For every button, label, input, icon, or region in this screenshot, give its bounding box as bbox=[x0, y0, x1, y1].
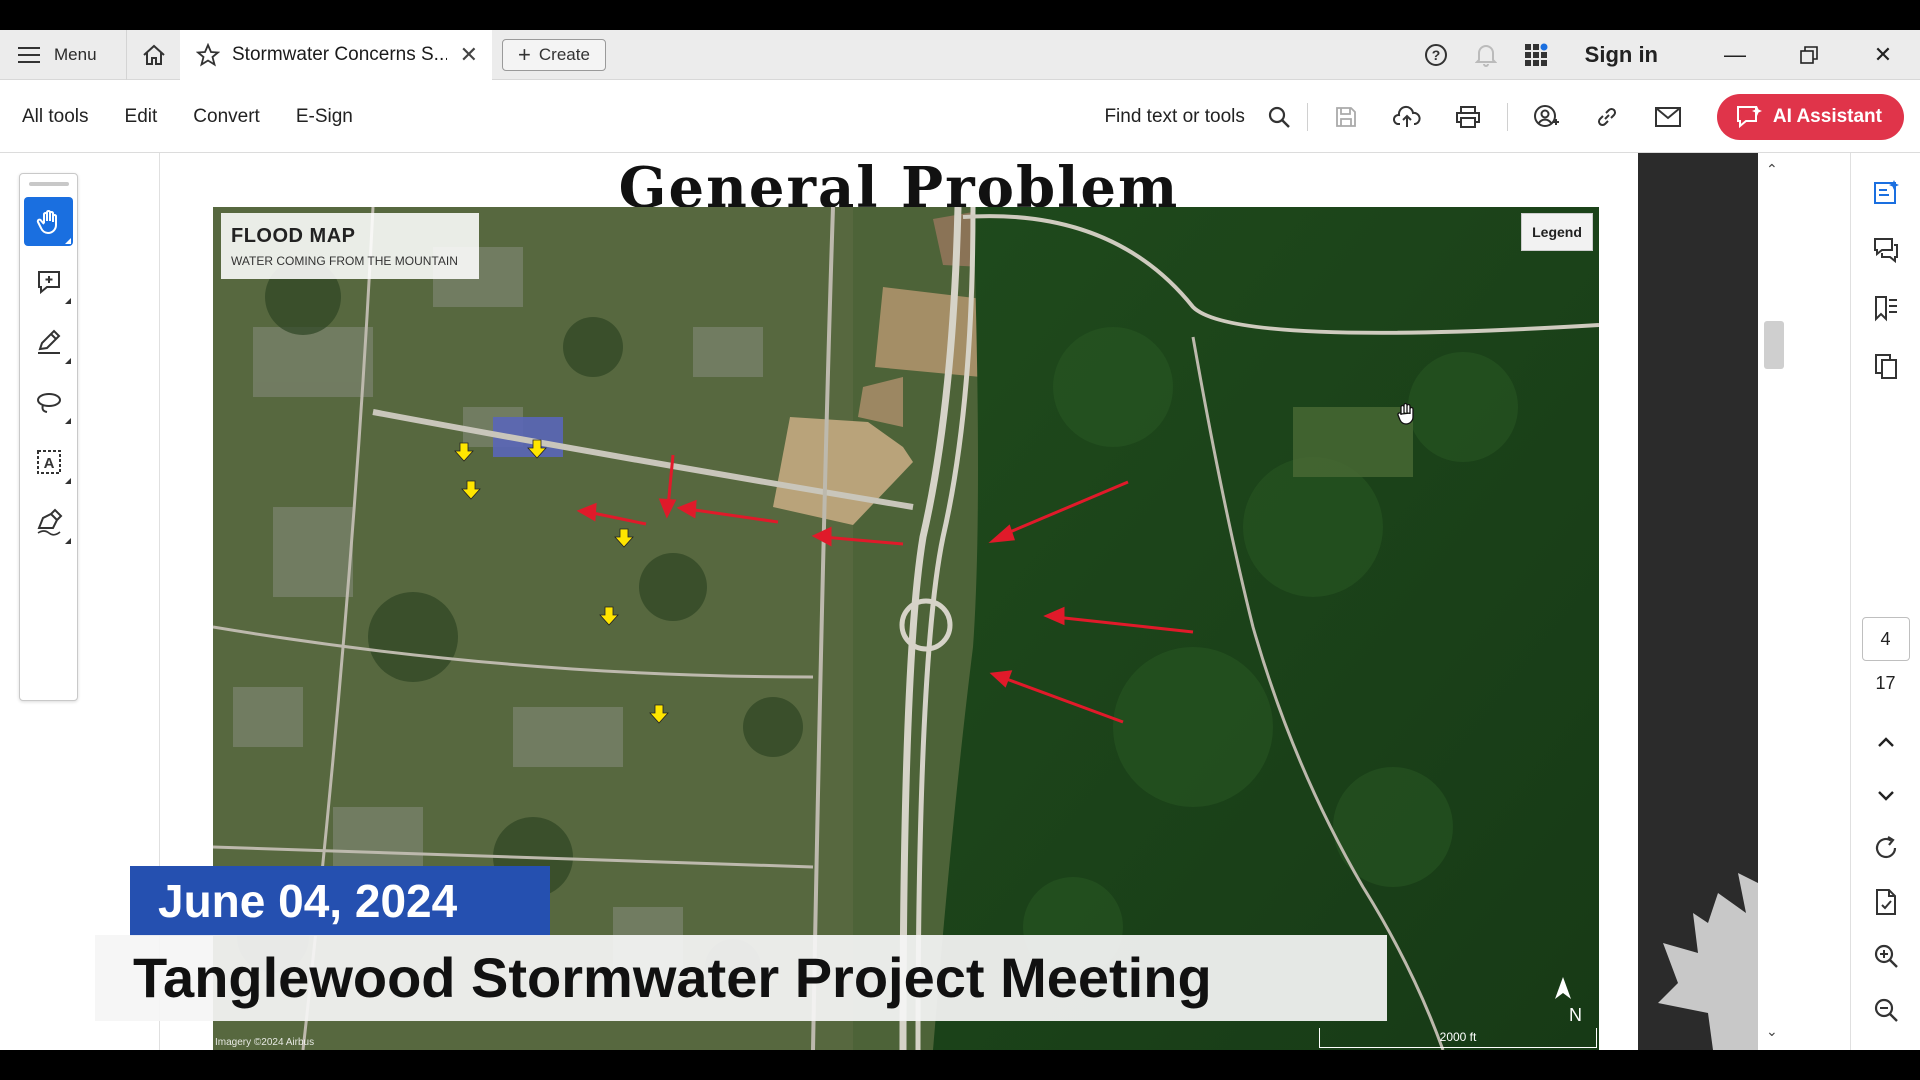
tab-title: Stormwater Concerns S... bbox=[232, 44, 447, 65]
lasso-tool[interactable] bbox=[24, 377, 73, 426]
find-text-or-tools[interactable]: Find text or tools bbox=[1104, 106, 1244, 128]
hamburger-icon bbox=[18, 47, 40, 63]
previous-page-icon[interactable] bbox=[1851, 713, 1920, 771]
scroll-down-icon[interactable]: ⌄ bbox=[1766, 1023, 1778, 1040]
cloud-upload-icon[interactable] bbox=[1377, 97, 1438, 137]
hand-tool[interactable] bbox=[24, 197, 73, 246]
current-page-field[interactable]: 4 bbox=[1861, 617, 1910, 661]
notification-bell-icon[interactable] bbox=[1461, 43, 1511, 67]
hand-icon bbox=[36, 209, 57, 234]
scroll-thumb[interactable] bbox=[1764, 321, 1784, 369]
link-icon[interactable] bbox=[1577, 97, 1638, 137]
menu-convert[interactable]: Convert bbox=[193, 106, 260, 128]
draw-tool[interactable] bbox=[24, 317, 73, 366]
top-black-bar bbox=[0, 0, 1920, 30]
document-tab[interactable]: Stormwater Concerns S... ✕ bbox=[180, 30, 492, 80]
star-icon[interactable] bbox=[196, 43, 220, 67]
vertical-scrollbar[interactable]: ⌃ ⌄ bbox=[1758, 153, 1788, 1050]
next-page-icon[interactable] bbox=[1851, 771, 1920, 821]
menu-all-tools[interactable]: All tools bbox=[22, 106, 89, 128]
rotate-icon[interactable] bbox=[1851, 821, 1920, 875]
svg-text:N: N bbox=[1569, 1005, 1582, 1025]
help-icon[interactable]: ? bbox=[1411, 43, 1461, 67]
imagery-attribution: Imagery ©2024 Airbus bbox=[215, 1037, 315, 1048]
text-box-icon: A bbox=[36, 449, 61, 474]
legend-button[interactable]: Legend bbox=[1521, 213, 1593, 251]
email-icon[interactable] bbox=[1638, 97, 1699, 137]
menu-label: Menu bbox=[54, 45, 97, 64]
menu-button[interactable]: Menu bbox=[18, 30, 97, 80]
menu-edit[interactable]: Edit bbox=[125, 106, 158, 128]
pen-sign-icon bbox=[37, 508, 62, 536]
quick-tools: A bbox=[19, 173, 78, 701]
flood-map-label-box: FLOOD MAP WATER COMING FROM THE MOUNTAIN bbox=[221, 213, 479, 279]
home-button[interactable] bbox=[126, 30, 180, 80]
search-icon[interactable] bbox=[1259, 97, 1299, 137]
page-settings-icon[interactable] bbox=[1851, 875, 1920, 929]
apps-grid-icon[interactable] bbox=[1511, 43, 1561, 67]
home-icon bbox=[142, 44, 165, 65]
divider bbox=[1306, 102, 1308, 131]
meeting-title-banner: Tanglewood Stormwater Project Meeting bbox=[95, 935, 1387, 1021]
main-toolbar: All tools Edit Convert E-Sign Find text … bbox=[0, 80, 1920, 153]
comment-panel-icon[interactable] bbox=[1851, 163, 1920, 221]
lasso-icon bbox=[36, 392, 61, 413]
restore-window-icon[interactable] bbox=[1772, 30, 1846, 80]
zoom-out-icon[interactable] bbox=[1851, 983, 1920, 1037]
share-user-icon[interactable] bbox=[1516, 97, 1577, 137]
zoom-in-icon[interactable] bbox=[1851, 929, 1920, 983]
plus-icon: + bbox=[518, 42, 531, 67]
print-icon[interactable] bbox=[1438, 97, 1499, 137]
page-gutter bbox=[1638, 153, 1758, 1050]
scale-bar: 2000 ft bbox=[1319, 1028, 1597, 1048]
ai-assistant-icon bbox=[1736, 105, 1762, 128]
flood-map-title: FLOOD MAP bbox=[231, 225, 356, 247]
flood-map-subtitle: WATER COMING FROM THE MOUNTAIN bbox=[231, 254, 458, 268]
ai-assistant-button[interactable]: AI Assistant bbox=[1716, 93, 1904, 140]
menu-e-sign[interactable]: E-Sign bbox=[296, 106, 353, 128]
right-rail: 4 17 bbox=[1850, 153, 1920, 1050]
scroll-up-icon[interactable]: ⌃ bbox=[1766, 161, 1778, 178]
svg-text:A: A bbox=[43, 455, 54, 472]
drag-handle[interactable] bbox=[28, 182, 69, 186]
pencil-icon bbox=[37, 329, 60, 354]
text-select-tool[interactable]: A bbox=[24, 437, 73, 486]
maple-leaf-logo bbox=[1658, 873, 1758, 1050]
tab-bar: Menu Stormwater Concerns S... ✕ + Create… bbox=[0, 30, 1920, 80]
minimize-icon[interactable]: — bbox=[1698, 30, 1772, 80]
ai-assistant-label: AI Assistant bbox=[1772, 105, 1882, 127]
meeting-date-banner: June 04, 2024 bbox=[130, 866, 550, 936]
sign-in-link[interactable]: Sign in bbox=[1585, 42, 1658, 68]
bottom-black-bar bbox=[0, 1050, 1920, 1080]
comments-icon[interactable] bbox=[1851, 221, 1920, 279]
close-tab-icon[interactable]: ✕ bbox=[460, 42, 478, 68]
save-icon[interactable] bbox=[1316, 97, 1377, 137]
add-comment-tool[interactable] bbox=[24, 257, 73, 306]
svg-text:?: ? bbox=[1431, 47, 1440, 63]
create-button[interactable]: + Create bbox=[502, 39, 606, 71]
total-pages: 17 bbox=[1875, 673, 1896, 693]
sign-tool[interactable] bbox=[24, 497, 73, 546]
pages-icon[interactable] bbox=[1851, 337, 1920, 395]
bookmarks-icon[interactable] bbox=[1851, 279, 1920, 337]
create-label: Create bbox=[538, 45, 590, 64]
divider bbox=[1506, 102, 1508, 131]
close-window-icon[interactable]: ✕ bbox=[1846, 30, 1920, 80]
comment-plus-icon bbox=[37, 270, 60, 294]
